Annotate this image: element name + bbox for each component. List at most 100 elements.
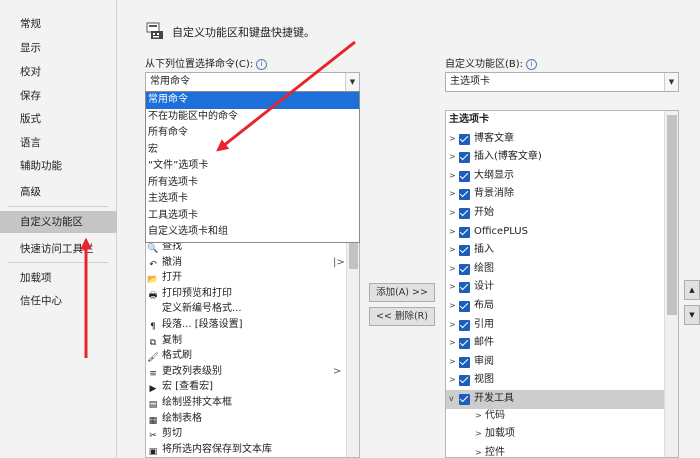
- ribbon-tab-item[interactable]: > 插入(博客文章): [446, 148, 664, 167]
- checkbox[interactable]: [459, 356, 470, 368]
- command-item[interactable]: ✂ 剪切: [146, 425, 182, 442]
- tree-scrollbar[interactable]: [664, 111, 678, 457]
- checkbox[interactable]: [459, 189, 470, 201]
- move-up-button[interactable]: ▲: [684, 280, 700, 300]
- checkbox[interactable]: [459, 170, 470, 182]
- command-item[interactable]: ▣ 将所选内容保存到文本库: [146, 441, 272, 457]
- sidebar-item-layout[interactable]: 版式: [0, 108, 117, 130]
- checkbox[interactable]: [459, 282, 470, 294]
- checkbox[interactable]: [459, 133, 470, 145]
- ribbon-tab-item[interactable]: > 审阅: [446, 353, 664, 372]
- chevron-right-icon[interactable]: >: [449, 130, 456, 149]
- ribbon-tab-item[interactable]: > 博客文章: [446, 130, 664, 149]
- scrollbar-thumb[interactable]: [667, 115, 677, 315]
- chevron-right-icon[interactable]: >: [449, 371, 456, 390]
- chevron-right-icon[interactable]: >: [449, 167, 456, 186]
- sidebar-item-trust-center[interactable]: 信任中心: [0, 290, 117, 312]
- ribbon-group-item[interactable]: > 控件: [446, 444, 664, 457]
- remove-button[interactable]: << 删除(R): [369, 307, 435, 326]
- chevron-right-icon[interactable]: >: [449, 297, 456, 316]
- info-icon[interactable]: i: [256, 58, 268, 70]
- dropdown-option[interactable]: 不在功能区中的命令: [146, 109, 359, 126]
- chevron-right-icon[interactable]: >: [449, 260, 456, 279]
- ribbon-tab-item[interactable]: > 邮件: [446, 334, 664, 353]
- dropdown-option[interactable]: 宏: [146, 142, 359, 159]
- chevron-right-icon[interactable]: >: [449, 185, 456, 204]
- ribbon-tab-item[interactable]: > 插入: [446, 241, 664, 260]
- command-item[interactable]: ≡ 更改列表级别 >: [146, 363, 341, 380]
- ribbon-tabs-tree[interactable]: 主选项卡 > 博客文章 > 插入(博客文章) > 大纲显示 > 背景消除 > 开始 > OfficeP…: [445, 110, 679, 458]
- chevron-right-icon[interactable]: >: [449, 316, 456, 335]
- add-button[interactable]: 添加(A) >>: [369, 283, 435, 302]
- chevron-down-icon[interactable]: ▼: [345, 73, 359, 91]
- sidebar-item-accessibility[interactable]: 辅助功能: [0, 155, 117, 177]
- command-item[interactable]: ▶ 宏 [查看宏]: [146, 378, 213, 395]
- sidebar-item-general[interactable]: 常规: [0, 13, 117, 35]
- chevron-right-icon[interactable]: >: [449, 148, 456, 167]
- sidebar-item-quick-access-toolbar[interactable]: 快速访问工具栏: [0, 238, 117, 260]
- sidebar-item-addins[interactable]: 加载项: [0, 267, 117, 289]
- ribbon-tab-item[interactable]: > 引用: [446, 316, 664, 335]
- sidebar-item-proofing[interactable]: 校对: [0, 61, 117, 83]
- command-item[interactable]: ⧉ 复制: [146, 332, 182, 349]
- move-down-button[interactable]: ▼: [684, 305, 700, 325]
- command-item[interactable]: 🖶 打印预览和打印: [146, 285, 232, 302]
- ribbon-tab-item[interactable]: > 布局: [446, 297, 664, 316]
- ribbon-tab-item[interactable]: > 大纲显示: [446, 167, 664, 186]
- sidebar-item-advanced[interactable]: 高级: [0, 181, 117, 203]
- ribbon-tab-item[interactable]: > 背景消除: [446, 185, 664, 204]
- dropdown-option[interactable]: 工具选项卡: [146, 208, 359, 225]
- chevron-right-icon[interactable]: >: [449, 334, 456, 353]
- ribbon-tab-item[interactable]: > OfficePLUS: [446, 223, 664, 242]
- ribbon-tab-item[interactable]: > 视图: [446, 371, 664, 390]
- chevron-right-icon[interactable]: >: [449, 278, 456, 297]
- chevron-right-icon[interactable]: >: [475, 425, 482, 444]
- checkbox[interactable]: [459, 375, 470, 387]
- commands-listbox[interactable]: 🔍 查找 ↶ 撤消 |> 📂 打开 🖶 打印预览和打印 定义新编号格式... ¶ 段落... [段落设…: [145, 236, 360, 458]
- sidebar-item-display[interactable]: 显示: [0, 37, 117, 59]
- ribbon-tab-item[interactable]: > 绘图: [446, 260, 664, 279]
- checkbox[interactable]: [459, 152, 470, 164]
- dropdown-option[interactable]: 自定义选项卡和组: [146, 224, 359, 241]
- checkbox[interactable]: [459, 301, 470, 312]
- chevron-right-icon[interactable]: >: [475, 407, 482, 426]
- commands-scrollbar[interactable]: [346, 237, 359, 457]
- info-icon[interactable]: i: [526, 58, 538, 70]
- chevron-right-icon[interactable]: >: [449, 353, 456, 372]
- ribbon-tab-item[interactable]: > 开始: [446, 204, 664, 223]
- chevron-right-icon[interactable]: >: [475, 444, 482, 457]
- checkbox[interactable]: [459, 394, 470, 405]
- dropdown-option[interactable]: 主选项卡: [146, 191, 359, 208]
- chevron-right-icon[interactable]: >: [449, 204, 456, 223]
- checkbox[interactable]: [459, 208, 470, 219]
- checkbox[interactable]: [459, 338, 470, 350]
- chevron-down-icon[interactable]: ▼: [664, 73, 678, 91]
- scrollbar-thumb[interactable]: [349, 239, 358, 269]
- sidebar-item-language[interactable]: 语言: [0, 132, 117, 154]
- command-item[interactable]: ↶ 撤消 |>: [146, 254, 345, 271]
- choose-commands-combobox[interactable]: 常用命令 ▼: [145, 72, 360, 92]
- dropdown-option[interactable]: 常用命令: [146, 92, 359, 109]
- dropdown-option[interactable]: 所有命令: [146, 125, 359, 142]
- checkbox[interactable]: [459, 319, 470, 331]
- dropdown-option[interactable]: 所有选项卡: [146, 175, 359, 192]
- chevron-right-icon[interactable]: >: [449, 223, 456, 242]
- ribbon-group-item[interactable]: > 加载项: [446, 425, 664, 444]
- command-item[interactable]: 🖌 格式刷: [146, 347, 192, 364]
- command-item[interactable]: ▤ 绘制竖排文本框: [146, 394, 232, 411]
- command-item[interactable]: ▦ 绘制表格: [146, 410, 202, 427]
- ribbon-tab-item[interactable]: > 设计: [446, 278, 664, 297]
- command-item[interactable]: ¶ 段落... [段落设置]: [146, 316, 242, 333]
- checkbox[interactable]: [459, 245, 470, 257]
- choose-commands-dropdown-list[interactable]: 常用命令 不在功能区中的命令 所有命令宏 “文件”选项卡 所有选项卡 主选项卡 工具选项卡自…: [145, 91, 360, 243]
- sidebar-item-customize-ribbon[interactable]: 自定义功能区: [0, 211, 117, 233]
- command-item[interactable]: 定义新编号格式...: [146, 300, 242, 317]
- ribbon-group-item[interactable]: > 代码: [446, 407, 664, 426]
- checkbox[interactable]: [459, 226, 470, 238]
- customize-ribbon-combobox[interactable]: 主选项卡 ▼: [445, 72, 679, 92]
- checkbox[interactable]: [459, 263, 470, 275]
- sidebar-item-save[interactable]: 保存: [0, 85, 117, 107]
- dropdown-option[interactable]: “文件”选项卡: [146, 158, 359, 175]
- command-item[interactable]: 📂 打开: [146, 269, 182, 286]
- chevron-right-icon[interactable]: >: [449, 241, 456, 260]
